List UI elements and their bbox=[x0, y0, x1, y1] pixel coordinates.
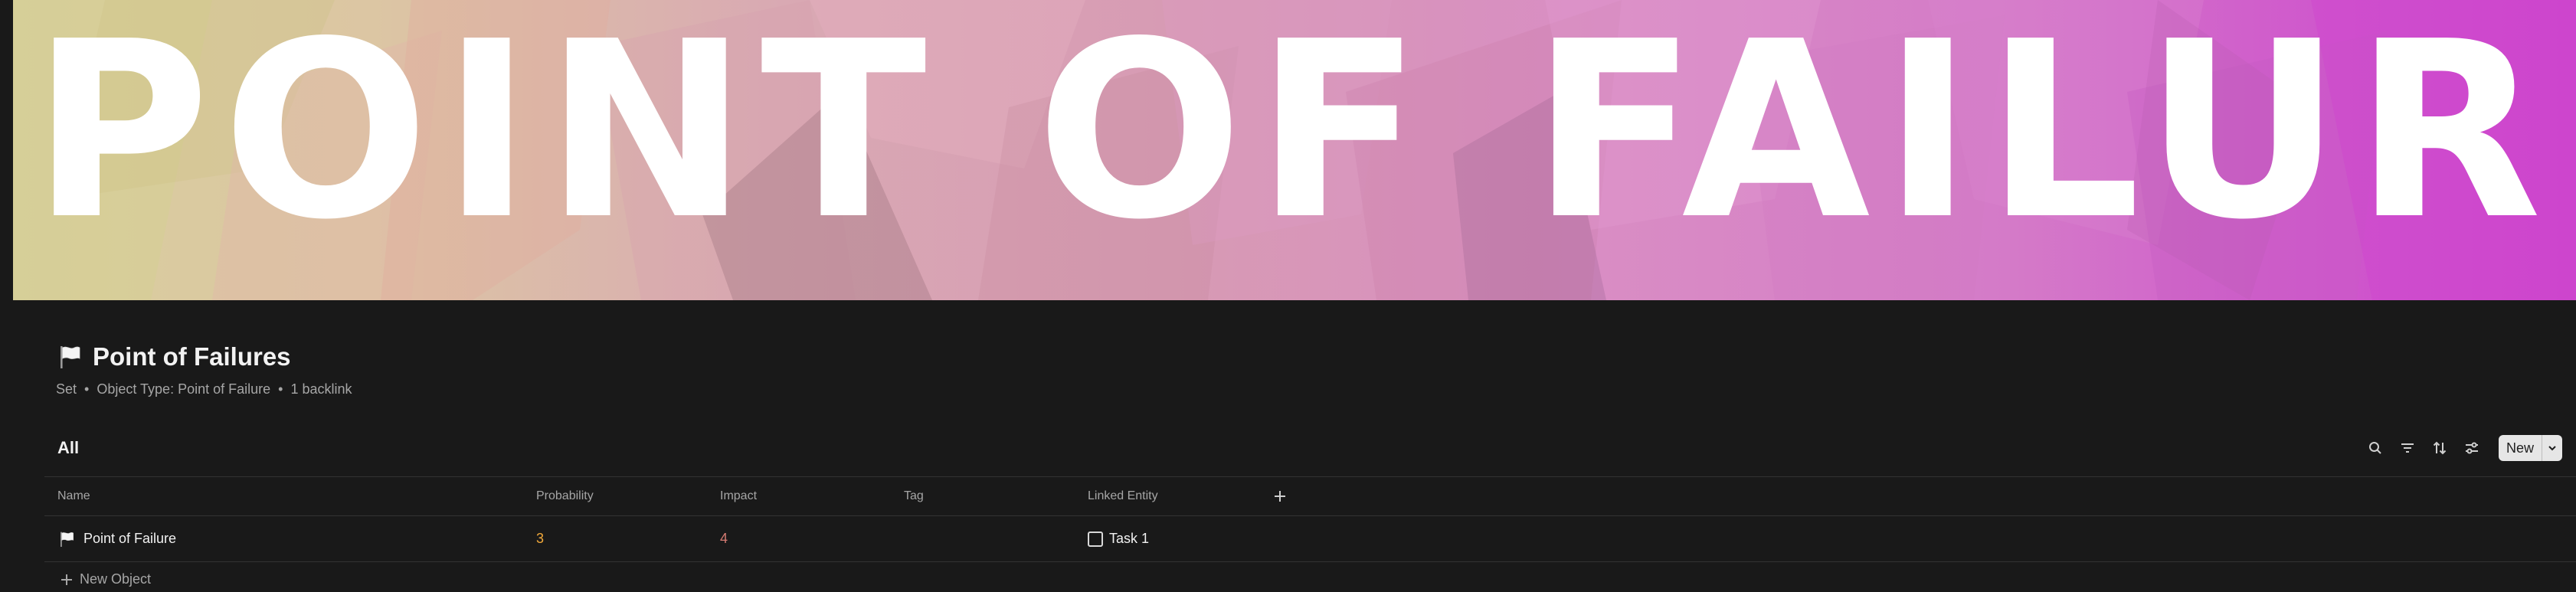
cell-impact[interactable]: 4 bbox=[720, 516, 728, 561]
page-title[interactable]: Point of Failures bbox=[93, 342, 291, 371]
new-object-button[interactable]: New bbox=[2498, 435, 2562, 461]
plus-icon bbox=[61, 574, 72, 585]
filter-icon[interactable] bbox=[2399, 440, 2416, 456]
column-header-probability[interactable]: Probability bbox=[536, 477, 594, 515]
column-header-linked-entity[interactable]: Linked Entity bbox=[1088, 477, 1158, 515]
object-type-label[interactable]: Object Type: Point of Failure bbox=[97, 381, 270, 397]
view-tab-all[interactable]: All bbox=[57, 438, 79, 458]
cell-probability[interactable]: 3 bbox=[536, 516, 544, 561]
backlinks-label[interactable]: 1 backlink bbox=[290, 381, 352, 397]
page-meta: Set • Object Type: Point of Failure • 1 … bbox=[56, 381, 352, 397]
cover-title-text: POINT OF FAILURES bbox=[31, 0, 2576, 273]
page-header: Point of Failures Set • Object Type: Poi… bbox=[56, 340, 352, 397]
search-icon[interactable] bbox=[2367, 440, 2384, 456]
new-button-label[interactable]: New bbox=[2499, 435, 2542, 461]
task-checkbox[interactable] bbox=[1088, 531, 1103, 547]
new-object-row-button[interactable]: New Object bbox=[60, 571, 151, 587]
chevron-down-icon[interactable] bbox=[2542, 435, 2562, 461]
meta-separator: • bbox=[278, 381, 283, 397]
linked-entity-text[interactable]: Task 1 bbox=[1109, 531, 1149, 547]
table-row[interactable]: Point of Failure 3 4 Task 1 bbox=[44, 516, 2576, 561]
cell-linked-entity[interactable]: Task 1 bbox=[1088, 516, 1149, 561]
meta-separator: • bbox=[84, 381, 90, 397]
objects-table: Name Probability Impact Tag Linked Entit… bbox=[44, 476, 2576, 562]
add-column-icon[interactable] bbox=[1272, 477, 1288, 515]
sort-icon[interactable] bbox=[2431, 440, 2448, 456]
row-name-text[interactable]: Point of Failure bbox=[83, 531, 176, 547]
column-header-tag[interactable]: Tag bbox=[904, 477, 924, 515]
table-divider bbox=[44, 561, 2576, 562]
new-object-label[interactable]: New Object bbox=[80, 571, 151, 587]
white-flag-icon bbox=[57, 530, 76, 548]
column-header-name[interactable]: Name bbox=[57, 477, 90, 515]
white-flag-icon[interactable] bbox=[56, 343, 83, 371]
layout-label: Set bbox=[56, 381, 77, 397]
cover-image[interactable]: POINT OF FAILURES bbox=[13, 0, 2576, 300]
table-header-row: Name Probability Impact Tag Linked Entit… bbox=[44, 477, 2576, 515]
view-toolbar: New bbox=[2367, 435, 2562, 461]
column-header-impact[interactable]: Impact bbox=[720, 477, 757, 515]
settings-icon[interactable] bbox=[2463, 440, 2480, 456]
cell-name[interactable]: Point of Failure bbox=[57, 516, 176, 561]
